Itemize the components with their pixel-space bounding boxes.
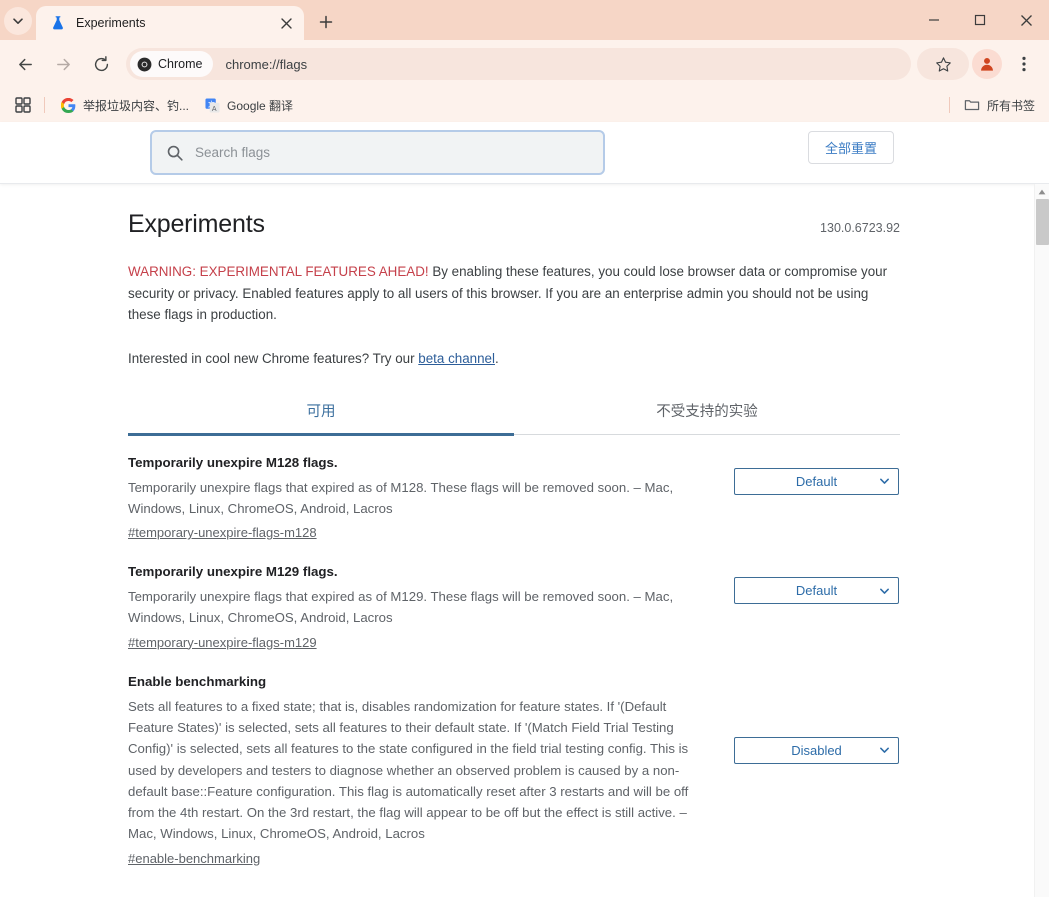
bookmark-item[interactable]: 文 A Google 翻译 (197, 92, 301, 118)
new-tab-plus-icon[interactable] (312, 8, 340, 36)
browser-toolbar: Chrome chrome://flags (0, 40, 1049, 88)
flags-content: Experiments 130.0.6723.92 WARNING: EXPER… (0, 184, 1034, 870)
scrollbar-thumb[interactable] (1036, 199, 1049, 245)
browser-tab[interactable]: Experiments (36, 6, 304, 40)
tab-unsupported[interactable]: 不受支持的实验 (514, 400, 900, 434)
folder-icon (964, 100, 980, 111)
flags-scroll-area: Experiments 130.0.6723.92 WARNING: EXPER… (0, 184, 1049, 897)
scroll-up-arrow-icon[interactable] (1035, 184, 1049, 199)
chrome-version-label: 130.0.6723.92 (820, 221, 900, 235)
flag-anchor-link[interactable]: #temporary-unexpire-flags-m129 (128, 635, 317, 650)
window-close-icon[interactable] (1003, 0, 1049, 40)
flag-title: Temporarily unexpire M128 flags. (128, 454, 338, 470)
profile-avatar-icon[interactable] (972, 49, 1002, 79)
flag-state-select[interactable]: Disabled (734, 736, 899, 764)
flag-description: Sets all features to a fixed state; that… (128, 698, 689, 842)
flag-info: Temporarily unexpire M128 flags. Tempora… (128, 454, 713, 543)
bookmark-item[interactable]: 举报垃圾内容、钓... (53, 92, 197, 118)
flags-search-header: 全部重置 (0, 122, 1049, 184)
browser-title-bar: Experiments (0, 0, 1049, 40)
svg-text:A: A (212, 105, 217, 112)
flags-tab-bar: 可用 不受支持的实验 (128, 400, 900, 436)
flag-title: Enable benchmarking (128, 673, 267, 689)
tab-search-chevron-down-icon[interactable] (4, 7, 32, 35)
bookmark-divider (44, 97, 45, 113)
flag-title: Temporarily unexpire M129 flags. (128, 564, 338, 580)
search-icon (167, 145, 183, 161)
flag-anchor-link[interactable]: #temporary-unexpire-flags-m128 (128, 525, 317, 540)
flag-row: Temporarily unexpire M129 flags. Tempora… (128, 544, 900, 654)
reset-all-button[interactable]: 全部重置 (808, 131, 894, 164)
all-bookmarks-button[interactable]: 所有书签 (958, 92, 1041, 118)
window-controls (911, 0, 1049, 40)
chevron-down-icon (879, 476, 890, 487)
flags-inner: Experiments 130.0.6723.92 WARNING: EXPER… (128, 184, 900, 870)
close-icon[interactable] (276, 13, 296, 33)
google-g-icon (61, 97, 76, 113)
flag-state-value: Default (795, 583, 838, 599)
beta-channel-link[interactable]: beta channel (418, 351, 495, 366)
omnibox-chrome-chip[interactable]: Chrome (130, 51, 214, 77)
omnibox-url-text: chrome://flags (225, 56, 308, 72)
address-bar[interactable]: Chrome chrome://flags (126, 48, 911, 80)
flag-control: Default (713, 563, 900, 652)
all-bookmarks-label: 所有书签 (986, 98, 1035, 113)
tab-title: Experiments (76, 16, 146, 30)
bookmark-divider-right (948, 97, 950, 113)
beta-channel-text: Interested in cool new Chrome features? … (128, 348, 900, 369)
search-input[interactable] (195, 132, 603, 173)
flask-icon (53, 16, 63, 30)
flag-info: Enable benchmarking Sets all features to… (128, 673, 713, 868)
flag-state-select[interactable]: Default (734, 467, 899, 495)
bookmark-label: Google 翻译 (227, 98, 294, 113)
back-arrow-left-icon[interactable] (9, 48, 41, 80)
omnibox-chip-label: Chrome (158, 57, 203, 71)
flag-state-value: Default (795, 473, 838, 489)
flag-description: Temporarily unexpire flags that expired … (128, 479, 674, 516)
reload-icon[interactable] (85, 48, 117, 80)
warning-headline: WARNING: EXPERIMENTAL FEATURES AHEAD! (128, 264, 429, 279)
experimental-warning-text: WARNING: EXPERIMENTAL FEATURES AHEAD! By… (128, 261, 900, 326)
flags-title-row: Experiments 130.0.6723.92 (128, 184, 900, 239)
page-title: Experiments (128, 210, 265, 238)
google-translate-icon: 文 A (205, 97, 220, 112)
beta-prefix: Interested in cool new Chrome features? … (128, 350, 419, 366)
bookmark-star-icon[interactable] (917, 48, 969, 80)
flags-page: 全部重置 Experiments 130.0.6723.92 WARNING: … (0, 122, 1049, 897)
flag-info: Temporarily unexpire M129 flags. Tempora… (128, 563, 713, 652)
flag-row: Enable benchmarking Sets all features to… (128, 654, 900, 870)
flag-state-value: Disabled (791, 742, 842, 758)
window-minimize-icon[interactable] (911, 0, 957, 40)
bookmark-bar: 举报垃圾内容、钓... 文 A Google 翻译 所有书签 (0, 88, 1049, 122)
flag-control: Disabled (713, 673, 900, 868)
flag-control: Default (713, 454, 900, 543)
vertical-scrollbar[interactable] (1034, 184, 1049, 897)
beta-suffix: . (494, 350, 499, 366)
search-flags-container[interactable] (150, 130, 605, 175)
bookmark-label: 举报垃圾内容、钓... (83, 98, 190, 113)
flag-anchor-link[interactable]: #enable-benchmarking (128, 851, 260, 866)
chevron-down-icon (879, 745, 890, 756)
chrome-logo-icon (137, 57, 152, 71)
window-maximize-icon[interactable] (957, 0, 1003, 40)
apps-grid-icon[interactable] (10, 92, 36, 118)
flag-row: Temporarily unexpire M128 flags. Tempora… (128, 435, 900, 545)
flag-description: Temporarily unexpire flags that expired … (128, 589, 674, 626)
forward-arrow-right-icon (47, 48, 79, 80)
three-dot-menu-icon[interactable] (1008, 48, 1040, 80)
flag-state-select[interactable]: Default (734, 577, 899, 605)
chevron-down-icon (879, 585, 890, 596)
tab-available[interactable]: 可用 (128, 400, 514, 436)
